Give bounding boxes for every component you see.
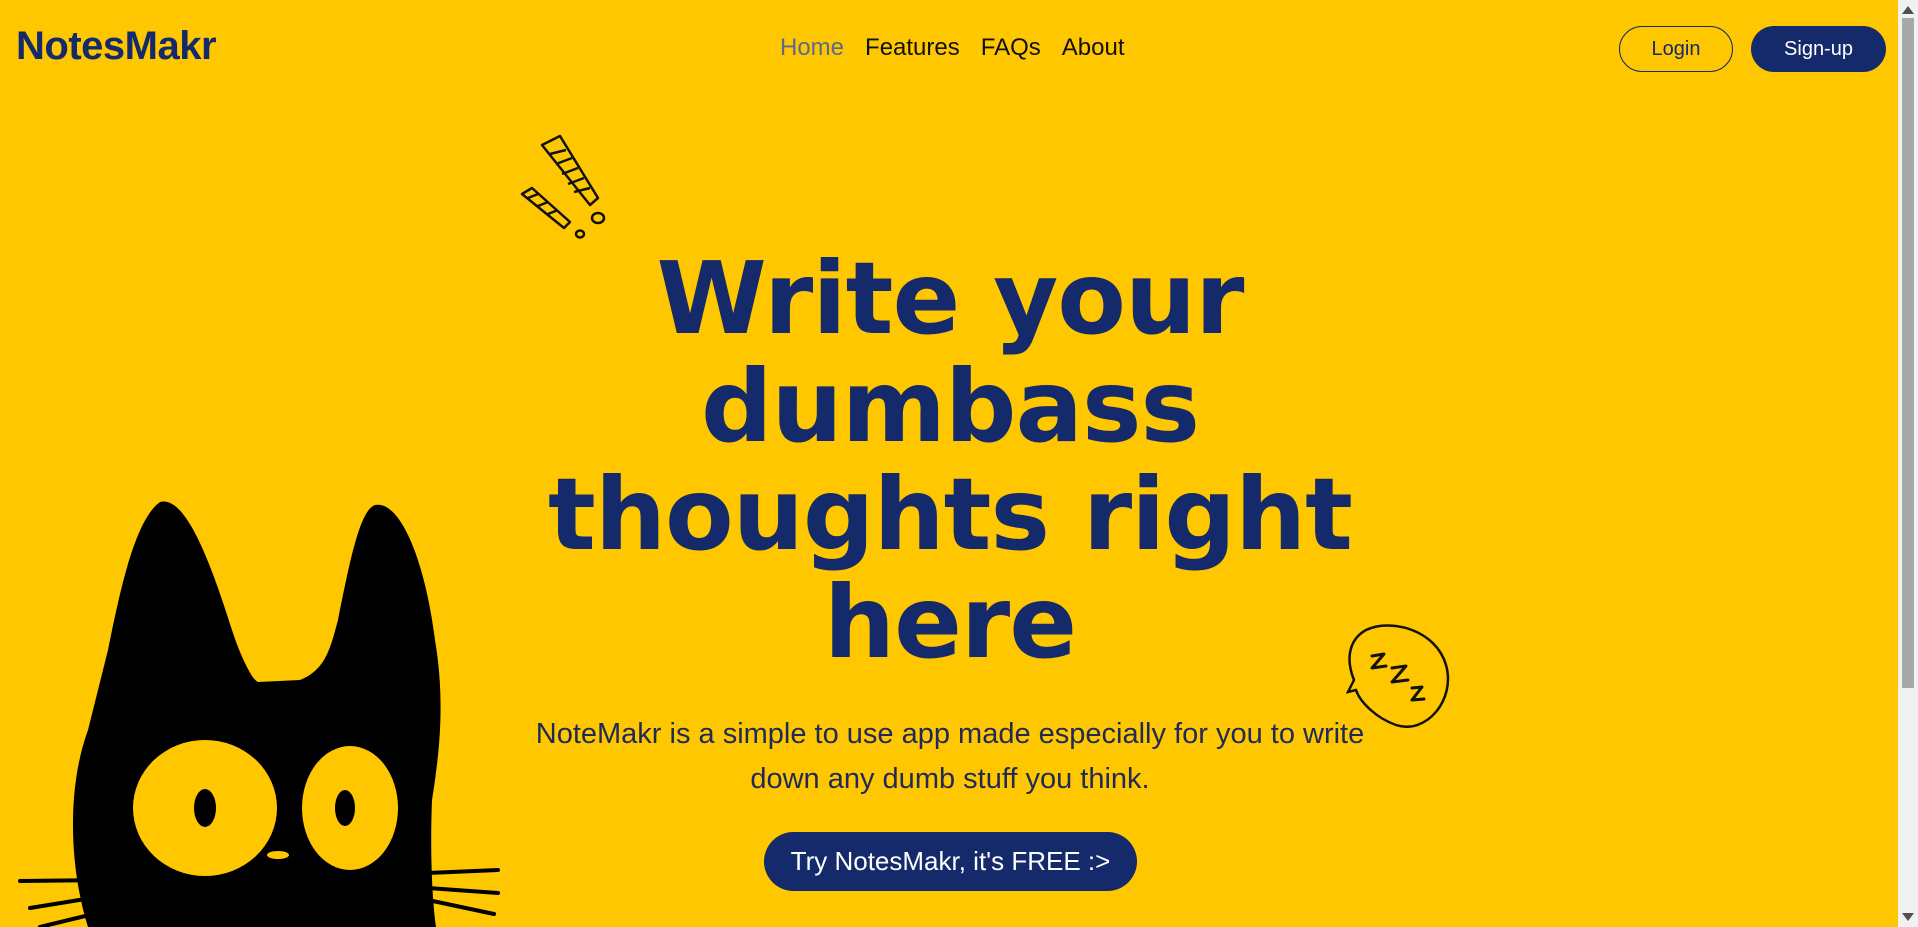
login-button[interactable]: Login [1619,26,1733,72]
scroll-up-arrow-icon[interactable] [1902,6,1914,14]
nav-home[interactable]: Home [780,34,844,62]
try-free-button[interactable]: Try NotesMakr, it's FREE :> [764,832,1137,891]
scroll-thumb[interactable] [1902,18,1914,688]
black-cat-illustration [18,501,500,927]
logo[interactable]: NotesMakr [16,24,217,69]
scroll-down-arrow-icon[interactable] [1902,913,1914,921]
hero-subtext: NoteMakr is a simple to use app made esp… [535,718,1365,795]
nav-faqs[interactable]: FAQs [981,34,1041,62]
landing-page: NotesMakr Home Features FAQs About Login… [0,0,1898,927]
vertical-scrollbar[interactable] [1898,0,1918,927]
nav-features[interactable]: Features [865,34,960,62]
signup-button[interactable]: Sign-up [1751,26,1886,72]
main-nav: Home Features FAQs About [780,34,1124,62]
exclamation-doodle-icon [520,134,606,239]
hero-headline: Write your dumbass thoughts right here [548,240,1353,681]
nav-about[interactable]: About [1062,34,1125,62]
